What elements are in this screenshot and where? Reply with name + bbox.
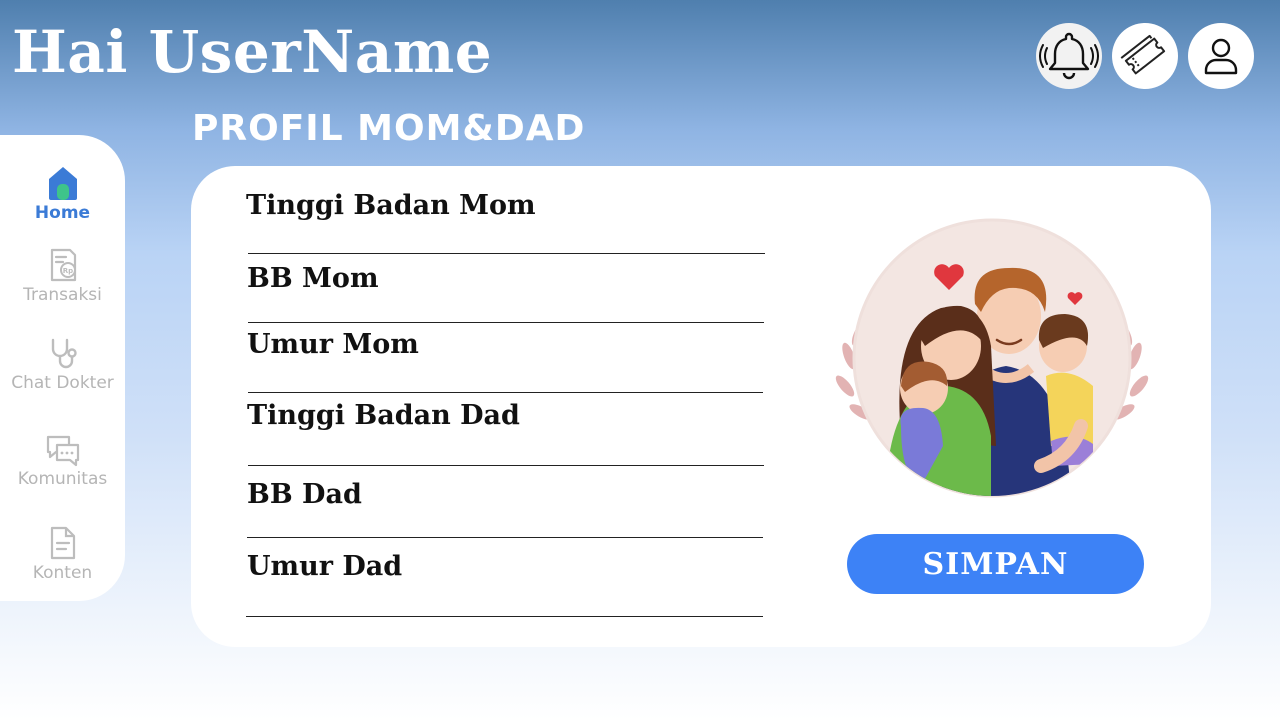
bb-mom-input[interactable] — [248, 322, 764, 323]
receipt-icon: Rp — [50, 248, 76, 282]
user-icon — [1204, 38, 1238, 75]
sidebar: Home Rp Transaksi Chat Dokter Komunitas — [0, 135, 125, 601]
tinggi-badan-mom-input[interactable] — [248, 253, 765, 254]
field-label: Umur Dad — [247, 551, 403, 582]
field-label: Tinggi Badan Mom — [246, 190, 536, 221]
field-label: Umur Mom — [247, 329, 419, 360]
chat-bubbles-icon — [46, 435, 79, 467]
family-illustration — [835, 218, 1149, 498]
home-icon — [48, 167, 77, 200]
sidebar-item-konten[interactable]: Konten — [0, 525, 125, 583]
sidebar-item-transaksi[interactable]: Rp Transaksi — [0, 247, 125, 305]
sidebar-item-label: Transaksi — [23, 285, 102, 305]
tinggi-badan-dad-input[interactable] — [248, 465, 764, 466]
sidebar-item-komunitas[interactable]: Komunitas — [0, 433, 125, 489]
ticket-icon — [1120, 34, 1166, 75]
sidebar-item-label: Home — [34, 203, 91, 223]
top-actions — [1036, 23, 1254, 89]
greeting-title: Hai UserName — [12, 18, 493, 86]
umur-mom-input[interactable] — [248, 392, 763, 393]
sidebar-item-label: Komunitas — [17, 469, 108, 489]
umur-dad-input[interactable] — [246, 616, 763, 617]
sidebar-item-chat-dokter[interactable]: Chat Dokter — [0, 337, 125, 393]
bb-dad-input[interactable] — [247, 537, 763, 538]
sidebar-item-home[interactable]: Home — [0, 165, 125, 223]
stethoscope-icon — [51, 338, 77, 369]
vouchers-button[interactable] — [1112, 23, 1178, 89]
field-label: BB Mom — [247, 263, 379, 294]
profile-button[interactable] — [1188, 23, 1254, 89]
field-label: Tinggi Badan Dad — [247, 400, 520, 431]
document-icon — [50, 526, 75, 560]
profile-form-card: Tinggi Badan Mom BB Mom Umur Mom Tinggi … — [191, 166, 1211, 647]
field-label: BB Dad — [247, 479, 362, 510]
bell-icon — [1039, 32, 1099, 80]
sidebar-item-label: Chat Dokter — [11, 373, 114, 393]
notifications-button[interactable] — [1036, 23, 1102, 89]
page-title: PROFIL MOM&DAD — [192, 108, 586, 149]
sidebar-item-label: Konten — [32, 563, 93, 583]
svg-text:Rp: Rp — [62, 267, 72, 275]
save-button[interactable]: SIMPAN — [847, 534, 1144, 594]
